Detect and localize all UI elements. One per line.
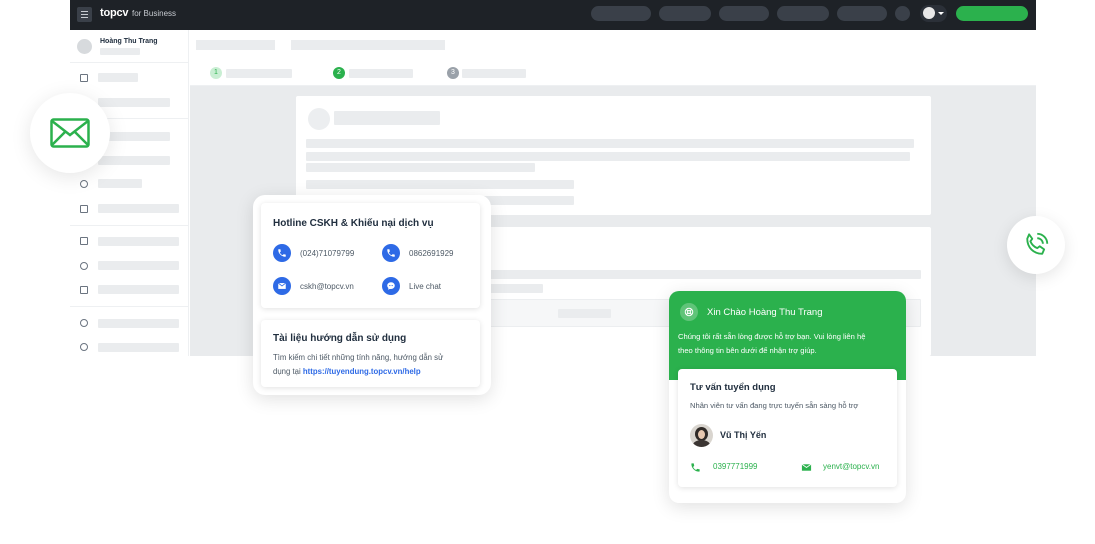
chat-bubble-icon xyxy=(382,277,400,295)
advisor-name: Vũ Thị Yến xyxy=(720,430,767,440)
nav-pill-3[interactable] xyxy=(719,6,769,21)
building-icon xyxy=(308,108,330,130)
sidebar-item[interactable] xyxy=(98,204,179,213)
popup-header: Xin Chào Hoàng Thu Trang Chúng tôi rất s… xyxy=(669,291,906,380)
advisor-section-desc: Nhân viên tư vấn đang trực tuyến sẵn sàn… xyxy=(690,401,859,410)
phone-bubble xyxy=(1007,216,1065,274)
guide-card: Tài liệu hướng dẫn sử dụng Tìm kiếm chi … xyxy=(261,320,480,387)
sidebar-item[interactable] xyxy=(98,343,179,352)
mail-icon xyxy=(50,118,90,148)
grid-icon xyxy=(80,74,88,82)
card-title-placeholder xyxy=(334,111,440,125)
envelope-icon xyxy=(273,277,291,295)
popup-greeting: Xin Chào Hoàng Thu Trang xyxy=(707,307,823,318)
text-placeholder xyxy=(306,152,910,161)
notification-icon[interactable] xyxy=(895,6,910,21)
divider xyxy=(70,225,189,226)
gear-icon xyxy=(80,262,88,270)
settings-icon xyxy=(80,343,88,351)
sidebar-item[interactable] xyxy=(98,73,138,82)
document-icon xyxy=(80,286,88,294)
stepper: 1 2 3 xyxy=(190,62,1036,86)
text-placeholder xyxy=(306,139,914,148)
phone-icon xyxy=(273,244,291,262)
advisor-avatar xyxy=(690,424,713,447)
user-subtitle-placeholder xyxy=(100,48,140,55)
advisor-popup: Xin Chào Hoàng Thu Trang Chúng tôi rất s… xyxy=(669,291,906,503)
breadcrumb-placeholder xyxy=(196,40,275,50)
mail-bubble xyxy=(30,93,110,173)
advisor-phone[interactable]: 0397771999 xyxy=(713,462,758,471)
user-avatar[interactable] xyxy=(77,39,92,54)
top-navbar: topcv for Business xyxy=(70,0,1036,30)
account-menu[interactable] xyxy=(920,5,947,22)
support-panel: Hotline CSKH & Khiếu nại dịch vụ (024)71… xyxy=(253,195,491,395)
step-2[interactable]: 2 xyxy=(333,67,345,79)
sidebar-item[interactable] xyxy=(98,237,179,246)
hotline-card: Hotline CSKH & Khiếu nại dịch vụ (024)71… xyxy=(261,203,480,308)
primary-cta-button[interactable] xyxy=(956,6,1028,21)
step-3[interactable]: 3 xyxy=(447,67,459,79)
green-phone-icon xyxy=(690,460,705,475)
nav-pill-5[interactable] xyxy=(837,6,887,21)
brand-logo[interactable]: topcv xyxy=(100,7,129,19)
sidebar: Hoàng Thu Trang xyxy=(70,30,189,356)
help-link[interactable]: https://tuyendung.topcv.vn/help xyxy=(303,367,421,376)
text-placeholder xyxy=(306,163,535,172)
sidebar-item[interactable] xyxy=(98,261,179,270)
sidebar-item[interactable] xyxy=(98,285,179,294)
phone-icon xyxy=(382,244,400,262)
magic-wand-icon xyxy=(80,237,88,245)
nav-pill-2[interactable] xyxy=(659,6,711,21)
sidebar-item[interactable] xyxy=(98,98,170,107)
table-cell-placeholder xyxy=(558,309,611,318)
advisor-card: Tư vấn tuyển dụng Nhân viên tư vấn đang … xyxy=(678,369,897,487)
sidebar-item[interactable] xyxy=(98,156,170,165)
breadcrumb-placeholder xyxy=(291,40,445,50)
hotline-phone-1[interactable]: (024)71079799 xyxy=(300,249,354,258)
hamburger-menu-icon[interactable] xyxy=(77,7,92,22)
guide-description: Tìm kiếm chi tiết những tính năng, hướng… xyxy=(273,353,444,362)
avatar-icon xyxy=(923,7,935,19)
advisor-email[interactable]: yenvt@topcv.vn xyxy=(823,462,879,471)
step-label xyxy=(349,69,413,78)
step-label xyxy=(226,69,292,78)
guide-description-line2: dụng tại https://tuyendung.topcv.vn/help xyxy=(273,367,421,376)
green-envelope-icon xyxy=(801,460,816,475)
nav-pill-1[interactable] xyxy=(591,6,651,21)
popup-intro-line2: theo thông tin bên dưới để nhận trợ giúp… xyxy=(678,346,817,355)
caret-down-icon xyxy=(938,12,944,15)
history-icon xyxy=(80,319,88,327)
step-1[interactable]: 1 xyxy=(210,67,222,79)
sidebar-item[interactable] xyxy=(98,179,142,188)
nav-pill-4[interactable] xyxy=(777,6,829,21)
popup-intro: Chúng tôi rất sẵn lòng được hỗ trợ bạn. … xyxy=(678,332,866,341)
hotline-email[interactable]: cskh@topcv.vn xyxy=(300,282,354,291)
guide-prefix: dụng tại xyxy=(273,367,301,376)
advisor-section-title: Tư vấn tuyển dụng xyxy=(690,382,776,393)
hotline-title: Hotline CSKH & Khiếu nại dịch vụ xyxy=(273,218,434,229)
phone-call-icon xyxy=(1026,232,1049,255)
live-chat-link[interactable]: Live chat xyxy=(409,282,441,291)
divider xyxy=(70,306,189,307)
step-label xyxy=(462,69,526,78)
sidebar-item[interactable] xyxy=(98,319,179,328)
sidebar-user-name: Hoàng Thu Trang xyxy=(100,38,158,45)
support-icon xyxy=(680,303,698,321)
user-icon xyxy=(80,180,88,188)
text-placeholder xyxy=(306,180,574,189)
divider xyxy=(70,62,189,63)
brand-suffix: for Business xyxy=(132,9,177,18)
chart-icon xyxy=(80,205,88,213)
guide-title: Tài liệu hướng dẫn sử dụng xyxy=(273,333,407,344)
hotline-phone-2[interactable]: 0862691929 xyxy=(409,249,454,258)
